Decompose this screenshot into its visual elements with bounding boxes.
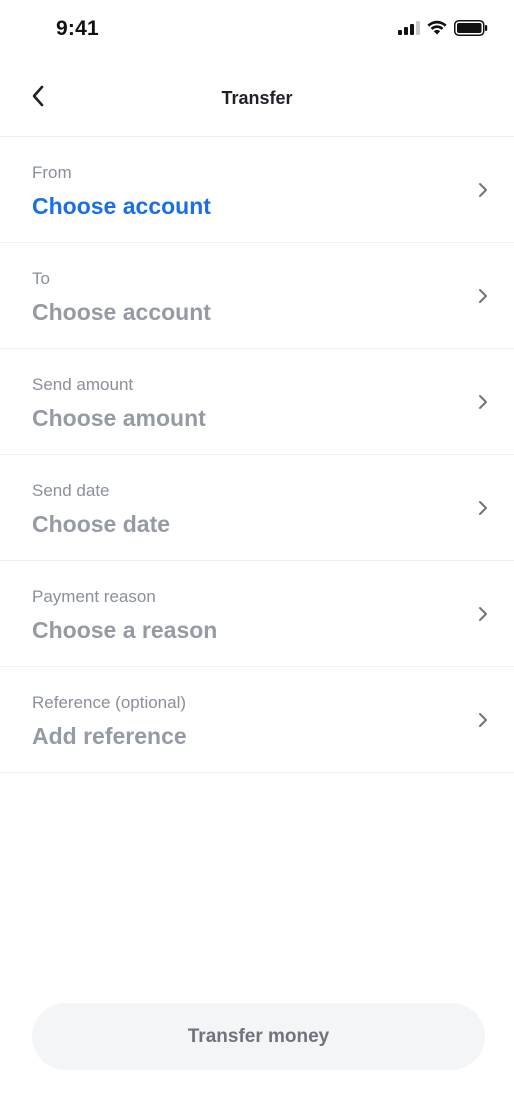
row-value: Choose account bbox=[32, 193, 211, 219]
row-label: To bbox=[32, 269, 50, 288]
row-label: Payment reason bbox=[32, 587, 156, 606]
send-date-row[interactable]: Send date Choose date bbox=[0, 455, 514, 561]
row-value: Choose date bbox=[32, 511, 171, 537]
to-account-row[interactable]: To Choose account bbox=[0, 243, 514, 349]
row-label: Send date bbox=[32, 481, 110, 500]
row-label: Send amount bbox=[32, 375, 134, 394]
chevron-right-icon bbox=[476, 499, 490, 517]
chevron-right-icon bbox=[476, 181, 490, 199]
chevron-right-icon bbox=[476, 711, 490, 729]
row-value: Add reference bbox=[32, 723, 187, 749]
row-label: From bbox=[32, 163, 72, 182]
transfer-money-button[interactable]: Transfer money bbox=[32, 1003, 485, 1070]
page-title: Transfer bbox=[221, 88, 293, 108]
chevron-right-icon bbox=[476, 393, 490, 411]
chevron-right-icon bbox=[476, 605, 490, 623]
reference-row[interactable]: Reference (optional) Add reference bbox=[0, 667, 514, 773]
status-icons bbox=[398, 19, 488, 41]
transfer-form-list: From Choose account To Choose account Se… bbox=[0, 137, 514, 773]
status-bar: 9:41 bbox=[0, 0, 514, 60]
send-amount-row[interactable]: Send amount Choose amount bbox=[0, 349, 514, 455]
cellular-signal-icon bbox=[398, 20, 420, 40]
wifi-icon bbox=[427, 20, 447, 40]
status-time: 9:41 bbox=[56, 17, 99, 40]
chevron-right-icon bbox=[476, 287, 490, 305]
battery-icon bbox=[454, 19, 488, 41]
row-value: Choose account bbox=[32, 299, 211, 325]
navigation-header: Transfer bbox=[0, 60, 514, 137]
payment-reason-row[interactable]: Payment reason Choose a reason bbox=[0, 561, 514, 667]
from-account-row[interactable]: From Choose account bbox=[0, 137, 514, 243]
row-value: Choose a reason bbox=[32, 617, 218, 643]
row-value: Choose amount bbox=[32, 405, 206, 431]
row-label: Reference (optional) bbox=[32, 693, 187, 712]
